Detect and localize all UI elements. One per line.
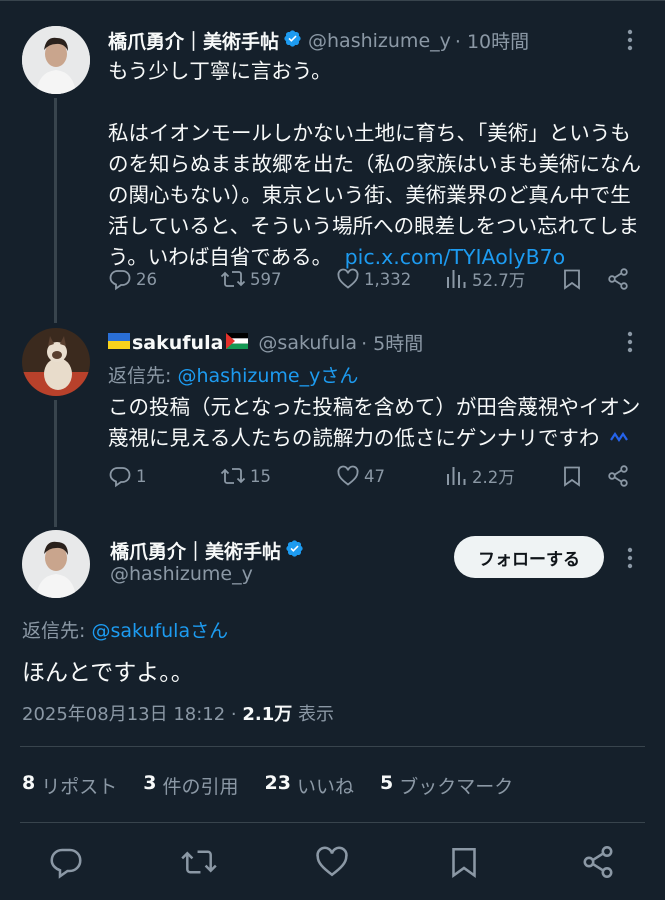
reply-icon[interactable] <box>48 844 84 884</box>
post-timestamp[interactable]: 2025年08月13日 18:12 · <box>22 704 242 725</box>
views-button[interactable]: 2.2万 <box>444 461 515 491</box>
tweet-text-line: もう少し丁寧に言おう。 <box>108 59 332 83</box>
tweet-text: もう少し丁寧に言おう。 私はイオンモールしかない土地に育ち、「美術」というものを… <box>108 56 646 273</box>
repost-count: 15 <box>250 466 271 486</box>
likes-label[interactable]: いいね <box>297 772 354 799</box>
verified-icon <box>283 29 302 53</box>
share-icon[interactable] <box>580 844 616 884</box>
display-name[interactable]: 橋爪勇介｜美術手帖 <box>108 27 279 54</box>
more-icon[interactable] <box>620 28 640 52</box>
views-count: 52.7万 <box>472 271 526 290</box>
handle[interactable]: @sakufula <box>258 332 357 354</box>
more-icon[interactable] <box>620 330 640 354</box>
handle[interactable]: @hashizume_y <box>308 30 451 52</box>
main-actions-bar <box>0 844 665 888</box>
tweet-text-body: この投稿（元となった投稿を含めて）が田舎蔑視やイオン蔑視に見える人たちの読解力の… <box>108 395 641 450</box>
display-name[interactable]: 橋爪勇介｜美術手帖 <box>110 537 281 564</box>
reply-button[interactable]: 26 <box>108 264 157 294</box>
reply-to-line: 返信先: @hashizume_yさん <box>108 361 358 388</box>
repost-count: 597 <box>250 269 282 289</box>
bookmark-icon[interactable] <box>560 461 588 491</box>
reply-to-handle[interactable]: @hashizume_yさん <box>177 365 358 387</box>
tweet-actions: 26 597 1,332 52.7万 <box>108 264 638 294</box>
reply-button[interactable]: 1 <box>108 461 147 491</box>
reply-to-handle[interactable]: @sakufulaさん <box>91 620 228 642</box>
bookmarks-label[interactable]: ブックマーク <box>399 772 513 799</box>
engagement-stats: 8 リポスト 3 件の引用 23 いいね 5 ブックマーク <box>22 772 539 799</box>
like-button[interactable]: 1,332 <box>336 264 411 294</box>
views-label: 表示 <box>292 704 335 725</box>
like-count: 47 <box>364 466 385 486</box>
views-count: 2.2万 <box>472 468 515 487</box>
reposts-number[interactable]: 8 <box>22 772 35 799</box>
reply-to-label: 返信先: <box>108 365 178 387</box>
avatar[interactable] <box>22 530 90 598</box>
like-count: 1,332 <box>364 269 412 289</box>
bookmark-icon[interactable] <box>560 264 588 294</box>
top-divider <box>0 0 665 1</box>
reposts-label[interactable]: リポスト <box>41 772 117 799</box>
ukraine-flag-icon <box>108 332 130 354</box>
repost-icon[interactable] <box>180 844 218 884</box>
avatar[interactable] <box>22 328 90 396</box>
views-number: 2.1万 <box>242 704 293 725</box>
verified-icon <box>285 539 304 563</box>
more-icon[interactable] <box>620 546 640 570</box>
display-name[interactable]: sakufula <box>132 332 223 354</box>
main-handle[interactable]: @hashizume_y <box>110 563 253 585</box>
main-author: 橋爪勇介｜美術手帖 <box>110 537 310 564</box>
thread-line <box>54 98 57 323</box>
bookmark-icon[interactable] <box>446 844 482 884</box>
reply-count: 1 <box>136 466 147 486</box>
like-icon[interactable] <box>314 844 350 884</box>
quotes-number[interactable]: 3 <box>143 772 156 799</box>
timestamp[interactable]: · 5時間 <box>361 329 423 356</box>
reply-to-line: 返信先: @sakufulaさん <box>22 616 228 643</box>
views-button[interactable]: 52.7万 <box>444 264 525 294</box>
reply-to-label: 返信先: <box>22 620 92 642</box>
repost-button[interactable]: 597 <box>220 264 282 294</box>
tweet-header: sakufula @sakufula · 5時間 <box>108 329 423 356</box>
palestine-flag-icon <box>226 332 249 354</box>
main-meta: 2025年08月13日 18:12 · 2.1万 表示 <box>22 700 334 726</box>
tweet-text: この投稿（元となった投稿を含めて）が田舎蔑視やイオン蔑視に見える人たちの読解力の… <box>108 392 648 455</box>
thread-line <box>54 400 57 527</box>
divider <box>20 822 645 823</box>
follow-button[interactable]: フォローする <box>454 536 604 578</box>
bookmarks-number[interactable]: 5 <box>380 772 393 799</box>
main-tweet-text: ほんとですよ。。 <box>22 660 194 686</box>
emoji-icon <box>608 424 630 455</box>
timestamp[interactable]: · 10時間 <box>455 27 529 54</box>
avatar[interactable] <box>22 26 90 94</box>
tweet-header: 橋爪勇介｜美術手帖 @hashizume_y · 10時間 <box>108 27 529 54</box>
repost-button[interactable]: 15 <box>220 461 271 491</box>
tweet-actions: 1 15 47 2.2万 <box>108 461 638 491</box>
divider <box>20 746 645 747</box>
share-icon[interactable] <box>606 264 634 294</box>
share-icon[interactable] <box>606 461 634 491</box>
quotes-label[interactable]: 件の引用 <box>162 772 238 799</box>
like-button[interactable]: 47 <box>336 461 385 491</box>
reply-count: 26 <box>136 269 157 289</box>
likes-number[interactable]: 23 <box>265 772 291 799</box>
